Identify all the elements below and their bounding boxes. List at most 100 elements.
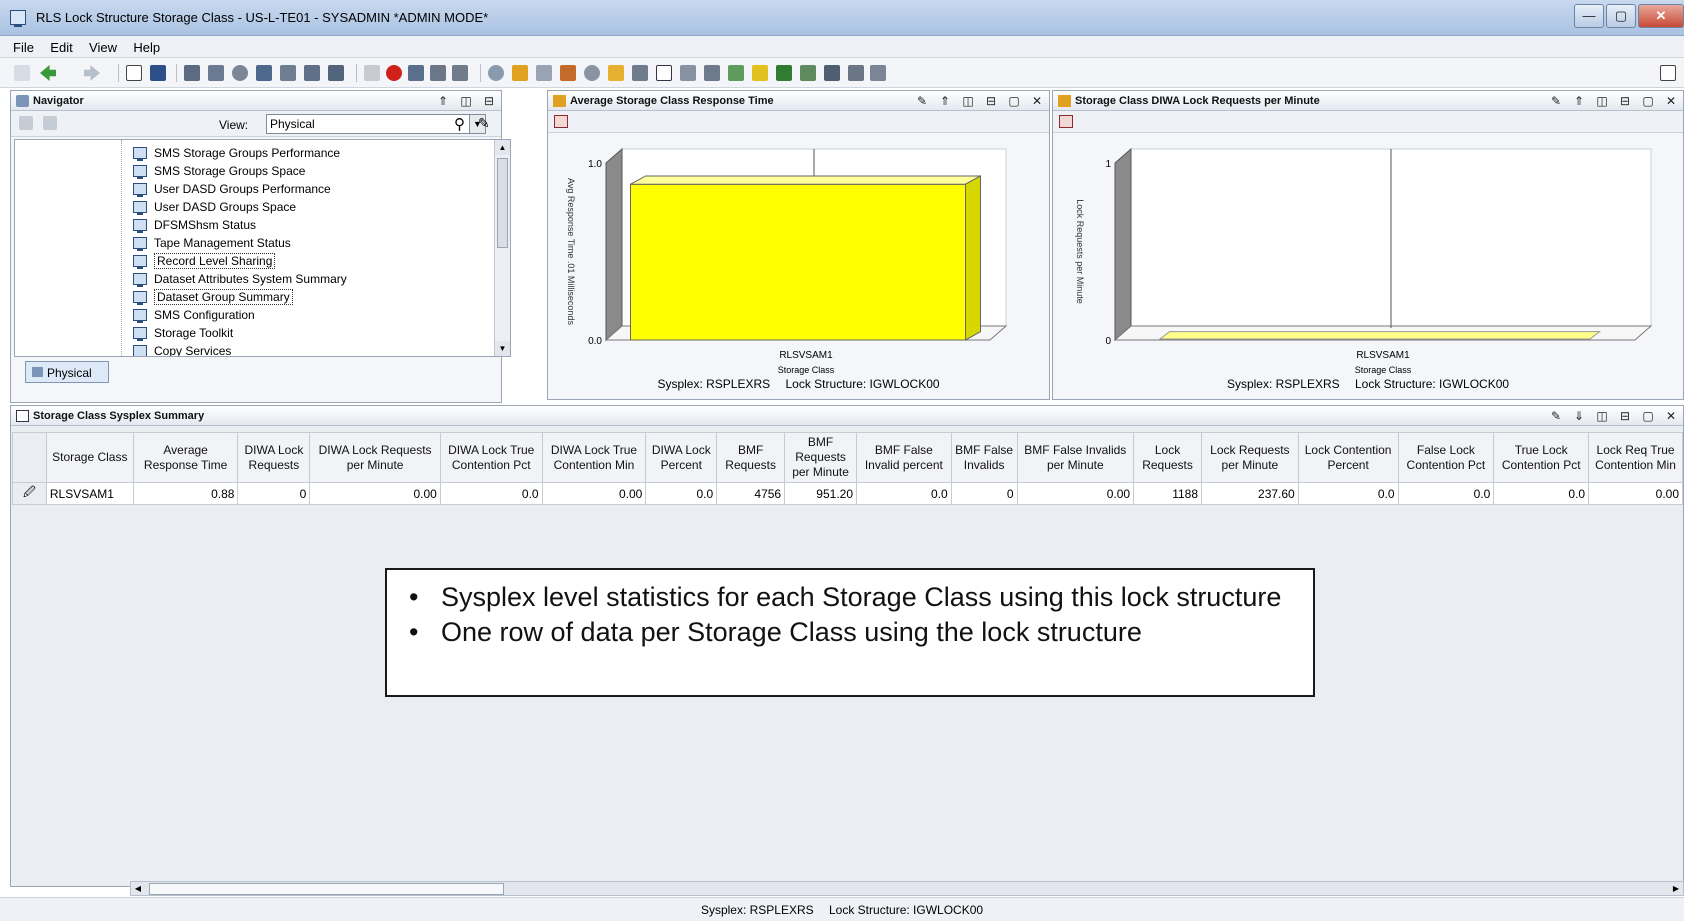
column-header[interactable]: Lock Req True Contention Min [1588,432,1683,483]
column-header[interactable]: BMF False Invalids [950,432,1018,483]
globe-icon[interactable] [488,65,504,81]
message-log-icon[interactable] [704,65,720,81]
take-action-icon[interactable] [728,65,744,81]
new-icon[interactable] [126,65,142,81]
tree-item[interactable]: SMS Storage Groups Space [133,162,305,180]
column-header[interactable]: BMF False Invalids per Minute [1016,432,1135,483]
column-header[interactable]: False Lock Contention Pct [1397,432,1495,483]
split-vertical-icon[interactable]: ◫ [1596,409,1608,423]
tree-item[interactable]: User DASD Groups Performance [133,180,331,198]
split-vertical-icon[interactable]: ◫ [460,94,472,108]
column-header[interactable]: Lock Contention Percent [1297,432,1399,483]
forward-icon[interactable] [84,65,100,81]
pie-chart-icon[interactable] [608,65,624,81]
bar-chart-icon[interactable] [512,65,528,81]
close-icon[interactable]: ✕ [1665,94,1677,108]
column-header[interactable]: True Lock Contention Pct [1493,432,1590,483]
menu-edit[interactable]: Edit [50,40,72,55]
split-vertical-icon[interactable]: ◫ [1596,94,1608,108]
gauge-icon[interactable] [584,65,600,81]
tree-item[interactable]: Dataset Attributes System Summary [133,270,347,288]
tree-scrollbar[interactable]: ▲ ▼ [494,140,510,356]
edit-icon[interactable]: ✎ [1550,94,1562,108]
scroll-right-icon[interactable]: ▶ [1669,882,1683,895]
view-select[interactable]: Physical ▼ [266,114,486,134]
split-horizontal-icon[interactable]: ⊟ [1619,94,1631,108]
grid-icon[interactable] [430,65,446,81]
maximize-icon[interactable]: ▢ [1642,409,1654,423]
tree-item[interactable]: Tape Management Status [133,234,291,252]
edit-icon[interactable]: ✎ [1550,409,1562,423]
collapse-icon[interactable]: ⇑ [939,94,951,108]
split-vertical-icon[interactable]: ◫ [962,94,974,108]
tab-physical[interactable]: Physical [25,361,109,383]
update-navigator-icon[interactable] [19,116,33,130]
close-icon[interactable]: ✕ [1665,409,1677,423]
query-icon[interactable] [256,65,272,81]
split-horizontal-icon[interactable]: ⊟ [1619,409,1631,423]
back-icon[interactable] [40,65,56,81]
users-icon[interactable] [280,65,296,81]
column-header[interactable]: Storage Class [45,432,134,483]
collapse-icon[interactable]: ⇑ [1573,94,1585,108]
chart-view-icon[interactable] [870,65,886,81]
column-header[interactable]: Average Response Time [132,432,239,483]
edit-icon[interactable]: ✎ [916,94,928,108]
link-icon[interactable] [328,65,344,81]
scroll-thumb[interactable] [497,158,508,248]
menu-file[interactable]: File [13,40,34,55]
stop-icon[interactable] [386,65,402,81]
column-header[interactable]: BMF Requests per Minute [784,432,857,483]
scroll-thumb[interactable] [149,883,504,895]
column-header[interactable]: DIWA Lock Percent [645,432,718,483]
column-header[interactable]: DIWA Lock Requests [237,432,311,483]
properties-icon[interactable] [1059,115,1073,128]
split-horizontal-icon[interactable]: ⊟ [985,94,997,108]
scroll-left-icon[interactable]: ◀ [131,882,145,895]
scroll-up-icon[interactable]: ▲ [495,140,510,155]
minimize-button[interactable]: — [1574,4,1604,28]
tree-item[interactable]: Copy Services [133,342,231,356]
plot-icon[interactable] [536,65,552,81]
split-horizontal-icon[interactable]: ⊟ [483,94,495,108]
pause-icon[interactable] [364,65,380,81]
properties-icon[interactable] [554,115,568,128]
maximize-icon[interactable]: ▢ [1642,94,1654,108]
column-header[interactable]: Lock Requests [1133,432,1202,483]
close-button[interactable]: ✕ [1638,4,1684,28]
sound-icon[interactable] [452,65,468,81]
menu-help[interactable]: Help [133,40,160,55]
detach-icon[interactable] [1660,65,1676,81]
tree-item-record-level-sharing[interactable]: Record Level Sharing [133,252,276,270]
scroll-down-icon[interactable]: ▼ [495,341,510,356]
history-icon[interactable] [304,65,320,81]
situations-icon[interactable] [232,65,248,81]
menu-view[interactable]: View [89,40,117,55]
browser-icon[interactable] [800,65,816,81]
column-header[interactable]: BMF Requests [716,432,786,483]
terminal-icon[interactable] [776,65,792,81]
maximize-button[interactable]: ▢ [1606,4,1636,28]
notepad-icon[interactable] [632,65,648,81]
close-icon[interactable]: ✕ [1031,94,1043,108]
column-header[interactable]: Lock Requests per Minute [1201,432,1299,483]
refresh-icon[interactable] [408,65,424,81]
column-header[interactable]: DIWA Lock Requests per Minute [309,432,441,483]
table-icon[interactable] [656,65,672,81]
collapse-icon[interactable]: ⇓ [1573,409,1585,423]
maximize-icon[interactable]: ▢ [1008,94,1020,108]
tree-item[interactable]: DFSMShsm Status [133,216,256,234]
column-header[interactable]: DIWA Lock True Contention Min [541,432,647,483]
tree-item[interactable]: User DASD Groups Space [133,198,296,216]
horizontal-scrollbar[interactable]: ◀ ▶ [130,881,1684,896]
collapse-icon[interactable]: ⇑ [437,94,449,108]
stop-navigator-icon[interactable] [43,116,57,130]
search-icon[interactable]: ⚲ [454,115,465,133]
tree-item[interactable]: SMS Configuration [133,306,255,324]
save-icon[interactable] [150,65,166,81]
event-console-icon[interactable] [680,65,696,81]
link-row-icon[interactable]: 🖉 [12,482,47,505]
tree-item[interactable]: Dataset Group Summary [133,288,293,306]
area-chart-icon[interactable] [560,65,576,81]
graphic-view-icon[interactable] [848,65,864,81]
